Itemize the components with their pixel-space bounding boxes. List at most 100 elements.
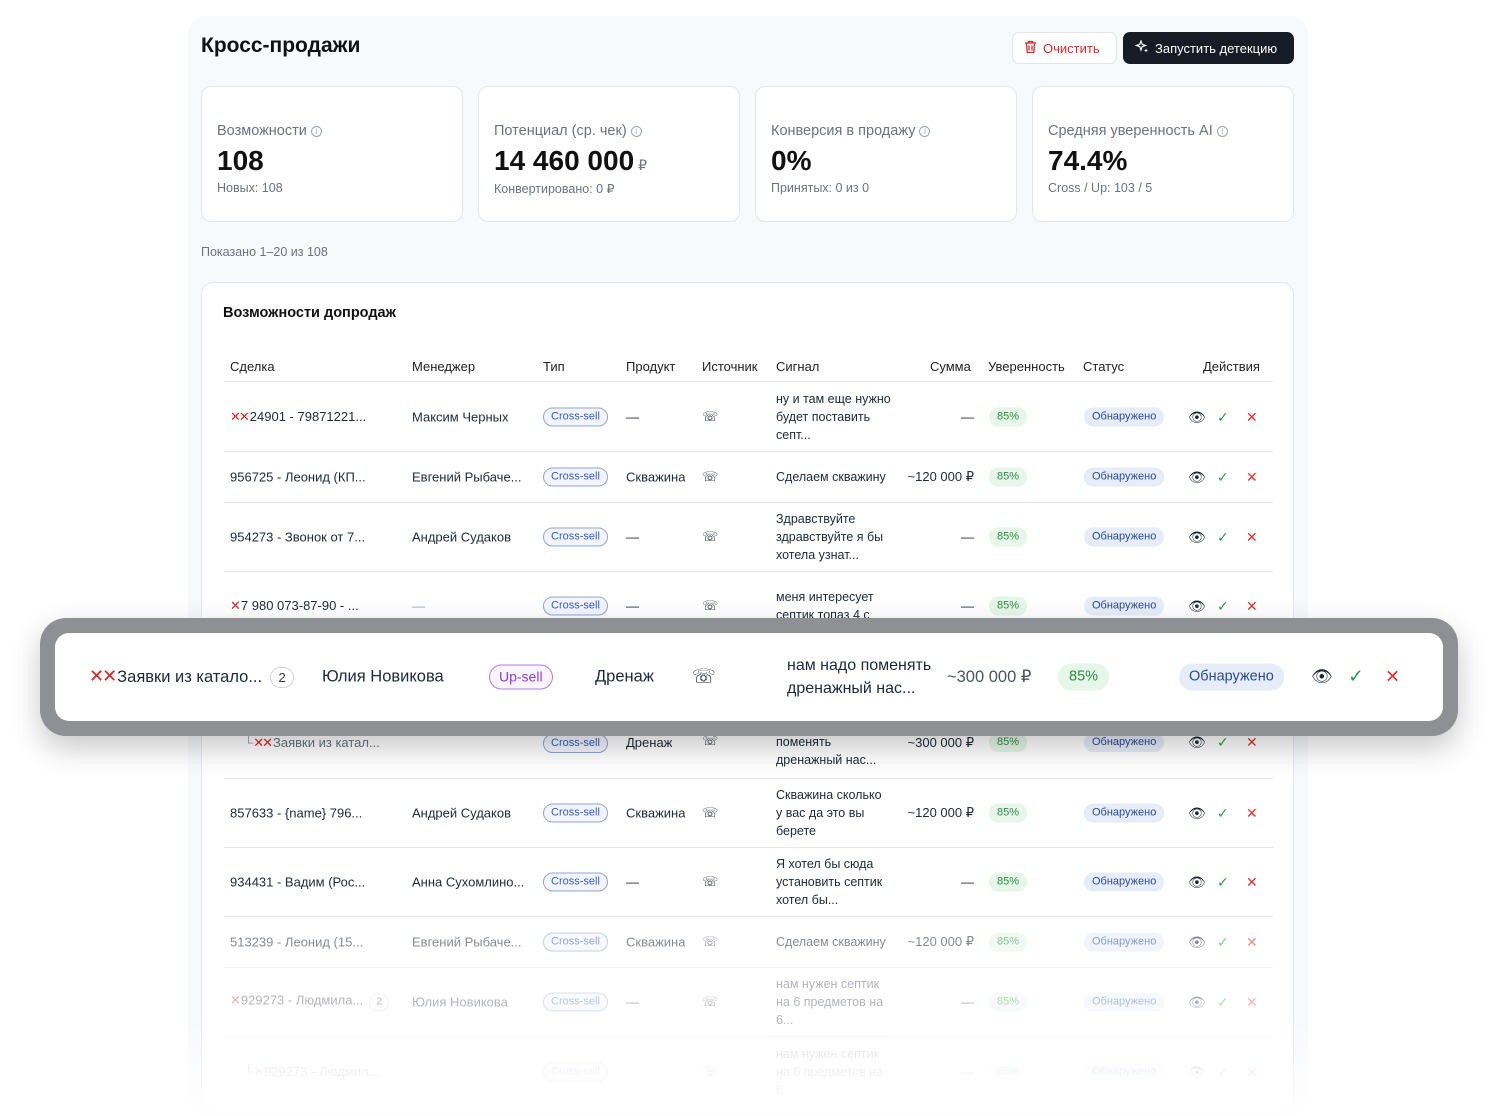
reject-icon[interactable]: ✕ xyxy=(1246,599,1258,613)
view-icon[interactable]: 👁 xyxy=(1188,599,1206,613)
sparkles-icon xyxy=(1134,38,1149,57)
view-icon[interactable]: 👁 xyxy=(1188,735,1206,749)
status-badge: Обнаружено xyxy=(1084,992,1165,1012)
clear-button[interactable]: Очистить xyxy=(1012,32,1117,64)
accept-icon[interactable]: ✓ xyxy=(1217,599,1229,613)
child-connector-icon: └ xyxy=(244,735,254,750)
type-badge: Cross-sell xyxy=(543,1062,608,1081)
deal-name[interactable]: 954273 - Звонок от 7... xyxy=(230,530,380,545)
col-header-manager[interactable]: Менеджер xyxy=(412,359,475,374)
deal-name[interactable]: Заявки из катал... xyxy=(273,735,380,750)
accept-icon[interactable]: ✓ xyxy=(1217,806,1229,820)
reject-icon[interactable]: ✕ xyxy=(1385,667,1400,688)
info-icon[interactable]: i xyxy=(310,125,322,137)
col-header-type[interactable]: Тип xyxy=(543,359,565,374)
phone-icon: ☏ xyxy=(702,805,719,820)
col-header-product[interactable]: Продукт xyxy=(626,359,675,374)
deal-name[interactable]: 857633 - {name} 796... xyxy=(230,806,380,821)
reject-icon[interactable]: ✕ xyxy=(1246,470,1258,484)
highlighted-row[interactable]: ✕✕ Заявки из катало... 2 Юлия Новикова Up-… xyxy=(55,633,1443,721)
deal-name[interactable]: 24901 - 79871221... xyxy=(250,409,366,424)
count-badge: 2 xyxy=(270,667,295,688)
table-row[interactable]: 857633 - {name} 796... Андрей Судаков Cr… xyxy=(224,779,1273,848)
info-icon[interactable]: i xyxy=(1216,125,1228,137)
reject-icon[interactable]: ✕ xyxy=(1246,995,1258,1009)
table-row[interactable]: 513239 - Леонид (15... Евгений Рыбаче...… xyxy=(224,917,1273,968)
confidence-badge: 85% xyxy=(989,932,1028,952)
deal-name[interactable]: Заявки из катало... xyxy=(117,668,262,686)
reject-icon[interactable]: ✕ xyxy=(1246,806,1258,820)
accept-icon[interactable]: ✓ xyxy=(1217,735,1229,749)
table-row-child[interactable]: └✕ 929273 - Людмил... Cross-sell ☏ нам ну… xyxy=(224,1037,1273,1106)
phone-icon: ☏ xyxy=(702,874,719,889)
accept-icon[interactable]: ✓ xyxy=(1217,935,1229,949)
table-row[interactable]: 956725 - Леонид (КП... Евгений Рыбаче...… xyxy=(224,452,1273,503)
view-icon[interactable]: 👁 xyxy=(1188,530,1206,544)
deal-name[interactable]: 934431 - Вадим (Рос... xyxy=(230,875,380,890)
info-icon[interactable]: i xyxy=(630,125,642,137)
table-row[interactable]: ✕✕ 24901 - 79871221... Максим Черных Cros… xyxy=(224,382,1273,452)
reject-icon[interactable]: ✕ xyxy=(1246,735,1258,749)
status-badge: Обнаружено xyxy=(1084,596,1165,616)
stat-sub: Новых: 108 xyxy=(217,181,283,195)
phone-icon: ☏ xyxy=(702,469,719,484)
accept-icon[interactable]: ✓ xyxy=(1217,470,1229,484)
view-icon[interactable]: 👁 xyxy=(1188,875,1206,889)
manager: Анна Сухомлино... xyxy=(412,874,525,890)
col-header-source[interactable]: Источник xyxy=(702,359,758,374)
view-icon[interactable]: 👁 xyxy=(1188,806,1206,820)
type-badge: Cross-sell xyxy=(543,734,608,753)
accept-icon[interactable]: ✓ xyxy=(1217,1065,1229,1079)
product: — xyxy=(626,598,639,614)
deal-name[interactable]: 513239 - Леонид (15... xyxy=(230,935,380,950)
view-icon[interactable]: 👁 xyxy=(1188,410,1206,424)
sum: ~120 000 ₽ xyxy=(907,934,974,949)
reject-icon[interactable]: ✕ xyxy=(1246,1065,1258,1079)
reject-icon[interactable]: ✕ xyxy=(1246,530,1258,544)
accept-icon[interactable]: ✓ xyxy=(1348,666,1364,689)
stat-label: Потенциал (ср. чек) xyxy=(494,123,627,139)
product: Скважина xyxy=(626,805,686,821)
phone-icon: ☏ xyxy=(702,598,719,613)
confidence-badge: 85% xyxy=(989,872,1028,892)
table-row[interactable]: 934431 - Вадим (Рос... Анна Сухомлино...… xyxy=(224,848,1273,917)
table-row[interactable]: ✕ 929273 - Людмила... 2 Юлия Новикова Cros… xyxy=(224,968,1273,1037)
col-header-confidence[interactable]: Уверенность xyxy=(988,359,1065,374)
view-icon[interactable]: 👁 xyxy=(1188,995,1206,1009)
confidence-badge: 85% xyxy=(989,527,1028,547)
sum: — xyxy=(961,874,974,890)
stat-card-potential: Потенциал (ср. чек) i 14 460 000 ₽ Конверт… xyxy=(478,86,740,222)
accept-icon[interactable]: ✓ xyxy=(1217,410,1229,424)
deal-name[interactable]: 956725 - Леонид (КП... xyxy=(230,470,380,485)
sum: ~120 000 ₽ xyxy=(907,469,974,484)
stat-value: 108 xyxy=(217,145,264,176)
deal-name[interactable]: 929273 - Людмила... xyxy=(241,993,363,1008)
error-cross-icon: ✕✕ xyxy=(230,408,250,424)
accept-icon[interactable]: ✓ xyxy=(1217,530,1229,544)
phone-icon: ☏ xyxy=(702,529,719,544)
deal-name[interactable]: 7 980 073-87-90 - ... xyxy=(241,598,359,613)
stat-card-conversion: Конверсия в продажу i 0% Принятых: 0 из 0 xyxy=(755,86,1017,222)
accept-icon[interactable]: ✓ xyxy=(1217,875,1229,889)
table-row[interactable]: 954273 - Звонок от 7... Андрей Судаков C… xyxy=(224,503,1273,572)
info-icon[interactable]: i xyxy=(919,125,931,137)
reject-icon[interactable]: ✕ xyxy=(1246,410,1258,424)
product: Скважина xyxy=(626,469,686,485)
view-icon[interactable]: 👁 xyxy=(1311,667,1333,687)
run-detection-button[interactable]: Запустить детекцию xyxy=(1123,32,1294,64)
deal-name[interactable]: 929273 - Людмил... xyxy=(264,1064,379,1079)
col-header-signal[interactable]: Сигнал xyxy=(776,359,819,374)
view-icon[interactable]: 👁 xyxy=(1188,470,1206,484)
col-header-status[interactable]: Статус xyxy=(1083,359,1124,374)
reject-icon[interactable]: ✕ xyxy=(1246,875,1258,889)
status-badge: Обнаружено xyxy=(1179,663,1284,691)
confidence-badge: 85% xyxy=(1058,663,1110,691)
error-cross-icon: ✕ xyxy=(230,992,241,1008)
col-header-deal[interactable]: Сделка xyxy=(230,359,275,374)
accept-icon[interactable]: ✓ xyxy=(1217,995,1229,1009)
reject-icon[interactable]: ✕ xyxy=(1246,935,1258,949)
view-icon[interactable]: 👁 xyxy=(1188,1065,1206,1079)
view-icon[interactable]: 👁 xyxy=(1188,935,1206,949)
col-header-sum[interactable]: Сумма xyxy=(930,359,971,374)
confidence-badge: 85% xyxy=(989,1062,1028,1081)
